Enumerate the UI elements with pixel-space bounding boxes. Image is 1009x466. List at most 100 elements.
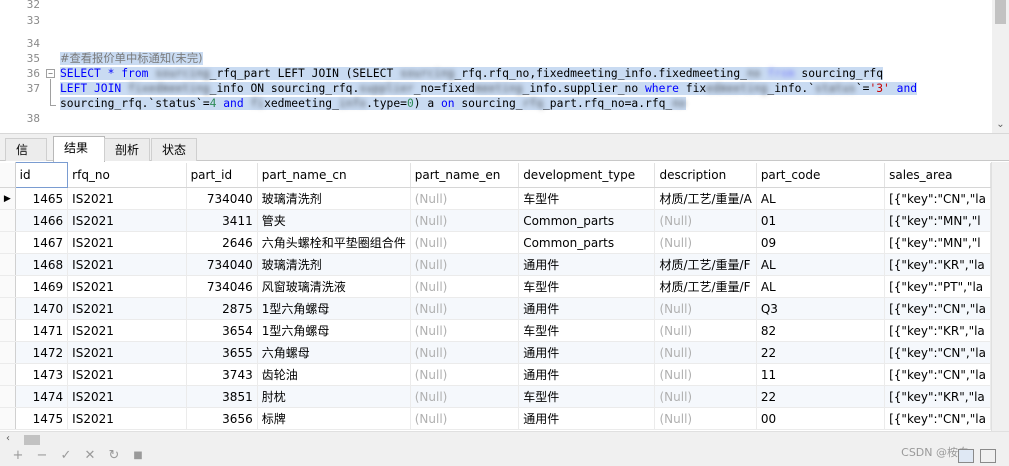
tab-status[interactable]: 状态	[151, 138, 197, 161]
cell-development-type[interactable]: 车型件	[518, 385, 656, 408]
cell-part-name-cn[interactable]: 玻璃清洗剂	[257, 187, 411, 210]
cell-id[interactable]: 1475	[15, 407, 69, 430]
refresh-icon[interactable]: ↻	[106, 448, 122, 464]
cell-part-code[interactable]: 00	[756, 407, 886, 430]
cell-id[interactable]: 1474	[15, 385, 69, 408]
table-row[interactable]: 1469 IS2021 734046 风窗玻璃清洗液 (Null) 车型件 材质/工艺/重量…	[0, 275, 991, 298]
cell-part-id[interactable]: 3411	[186, 209, 258, 232]
apply-icon[interactable]: ✓	[58, 448, 74, 464]
column-header-part-name-en[interactable]: part_name_en	[410, 162, 520, 188]
cell-part-name-cn[interactable]: 标牌	[257, 407, 411, 430]
column-header-rfq-no[interactable]: rfq_no	[67, 162, 187, 188]
cell-sales-area[interactable]: [{"key":"CN","la	[884, 407, 991, 430]
result-grid[interactable]: id rfq_no part_id part_name_cn part_name…	[0, 162, 991, 431]
cell-sales-area[interactable]: [{"key":"KR","la	[884, 385, 991, 408]
cell-development-type[interactable]: 通用件	[518, 297, 656, 320]
cell-part-code[interactable]: 22	[756, 385, 886, 408]
cell-rfq-no[interactable]: IS2021	[67, 253, 187, 276]
cell-sales-area[interactable]: [{"key":"CN","la	[884, 187, 991, 210]
cell-rfq-no[interactable]: IS2021	[67, 319, 187, 342]
current-row-indicator-icon[interactable]: ▶	[0, 187, 16, 210]
cell-part-name-en[interactable]: (Null)	[410, 209, 520, 232]
table-row[interactable]: 1472 IS2021 3655 六角螺母 (Null) 通用件 (Null) 22 [{"ke…	[0, 341, 991, 364]
cell-part-name-cn[interactable]: 1型六角螺母	[257, 297, 411, 320]
fold-toggle-icon[interactable]: −	[46, 69, 55, 78]
cell-part-id[interactable]: 3654	[186, 319, 258, 342]
cell-part-name-en[interactable]: (Null)	[410, 341, 520, 364]
cell-rfq-no[interactable]: IS2021	[67, 363, 187, 386]
cell-rfq-no[interactable]: IS2021	[67, 231, 187, 254]
cell-id[interactable]: 1468	[15, 253, 69, 276]
cell-rfq-no[interactable]: IS2021	[67, 209, 187, 232]
cell-development-type[interactable]: 车型件	[518, 187, 656, 210]
row-indicator[interactable]	[0, 253, 16, 276]
cell-id[interactable]: 1467	[15, 231, 69, 254]
table-row[interactable]: 1473 IS2021 3743 齿轮油 (Null) 通用件 (Null) 11 [{"key…	[0, 363, 991, 386]
cell-sales-area[interactable]: [{"key":"KR","la	[884, 319, 991, 342]
cell-part-code[interactable]: AL	[756, 275, 886, 298]
cell-development-type[interactable]: 通用件	[518, 363, 656, 386]
column-header-development-type[interactable]: development_type	[518, 162, 656, 188]
table-row[interactable]: 1468 IS2021 734040 玻璃清洗剂 (Null) 通用件 材质/工艺/重量/F…	[0, 253, 991, 276]
cell-description[interactable]: (Null)	[654, 297, 757, 320]
editor-vertical-scrollbar[interactable]: ⌄	[992, 0, 1009, 133]
cell-rfq-no[interactable]: IS2021	[67, 297, 187, 320]
cell-description[interactable]: (Null)	[654, 341, 757, 364]
cell-rfq-no[interactable]: IS2021	[67, 385, 187, 408]
cell-sales-area[interactable]: [{"key":"CN","la	[884, 341, 991, 364]
grid-horizontal-scrollbar[interactable]: ‹	[0, 431, 1009, 447]
cell-part-id[interactable]: 2646	[186, 231, 258, 254]
cell-part-code[interactable]: 11	[756, 363, 886, 386]
cell-part-name-en[interactable]: (Null)	[410, 187, 520, 210]
cell-description[interactable]: 材质/工艺/重量/A	[654, 187, 757, 210]
cell-development-type[interactable]: Common_parts	[518, 209, 656, 232]
cell-part-id[interactable]: 734046	[186, 275, 258, 298]
grid-view-icon[interactable]	[958, 449, 974, 463]
cell-sales-area[interactable]: [{"key":"PT","la	[884, 275, 991, 298]
grid-vertical-scrollbar[interactable]	[991, 162, 1009, 431]
cell-part-id[interactable]: 734040	[186, 187, 258, 210]
cell-part-code[interactable]: Q3	[756, 297, 886, 320]
cell-rfq-no[interactable]: IS2021	[67, 275, 187, 298]
cell-part-name-cn[interactable]: 齿轮油	[257, 363, 411, 386]
cell-part-name-cn[interactable]: 六角头螺栓和平垫圈组合件	[257, 231, 411, 254]
cell-id[interactable]: 1470	[15, 297, 69, 320]
table-row[interactable]: 1467 IS2021 2646 六角头螺栓和平垫圈组合件 (Null) Common_p…	[0, 231, 991, 254]
cell-part-id[interactable]: 734040	[186, 253, 258, 276]
editor-scroll-thumb[interactable]	[995, 0, 1006, 24]
cell-development-type[interactable]: 通用件	[518, 253, 656, 276]
cell-part-name-cn[interactable]: 肘枕	[257, 385, 411, 408]
cell-id[interactable]: 1472	[15, 341, 69, 364]
row-indicator[interactable]	[0, 385, 16, 408]
cell-development-type[interactable]: 通用件	[518, 341, 656, 364]
cell-part-id[interactable]: 3656	[186, 407, 258, 430]
cell-description[interactable]: 材质/工艺/重量/F	[654, 275, 757, 298]
cell-part-name-en[interactable]: (Null)	[410, 297, 520, 320]
remove-icon[interactable]: −	[34, 448, 50, 464]
cell-rfq-no[interactable]: IS2021	[67, 187, 187, 210]
cell-id[interactable]: 1471	[15, 319, 69, 342]
cell-sales-area[interactable]: [{"key":"CN","la	[884, 297, 991, 320]
cell-part-name-cn[interactable]: 风窗玻璃清洗液	[257, 275, 411, 298]
sql-editor[interactable]: 32 33 34 35 36 37 38 − #查看报价单中标通知(未完) SE…	[0, 0, 1009, 133]
table-row[interactable]: 1471 IS2021 3654 1型六角螺母 (Null) 车型件 (Null) 82 [{"…	[0, 319, 991, 342]
discard-icon[interactable]: ✕	[82, 448, 98, 464]
column-header-sales-area[interactable]: sales_area	[884, 162, 991, 188]
cell-description[interactable]: 材质/工艺/重量/F	[654, 253, 757, 276]
scroll-left-arrow-icon[interactable]: ‹	[6, 433, 10, 444]
cell-part-name-en[interactable]: (Null)	[410, 319, 520, 342]
row-indicator[interactable]	[0, 363, 16, 386]
cell-part-name-en[interactable]: (Null)	[410, 363, 520, 386]
cell-part-code[interactable]: AL	[756, 187, 886, 210]
tab-info[interactable]: 信息	[5, 138, 47, 179]
horizontal-scroll-thumb[interactable]	[24, 435, 40, 445]
cell-sales-area[interactable]: [{"key":"MN","l	[884, 209, 991, 232]
tab-result-1[interactable]: 结果 1	[53, 136, 105, 177]
cell-part-name-en[interactable]: (Null)	[410, 231, 520, 254]
cell-part-name-cn[interactable]: 玻璃清洗剂	[257, 253, 411, 276]
cell-part-name-en[interactable]: (Null)	[410, 385, 520, 408]
cell-development-type[interactable]: Common_parts	[518, 231, 656, 254]
add-icon[interactable]: +	[10, 448, 26, 464]
cell-description[interactable]: (Null)	[654, 319, 757, 342]
row-indicator[interactable]	[0, 275, 16, 298]
